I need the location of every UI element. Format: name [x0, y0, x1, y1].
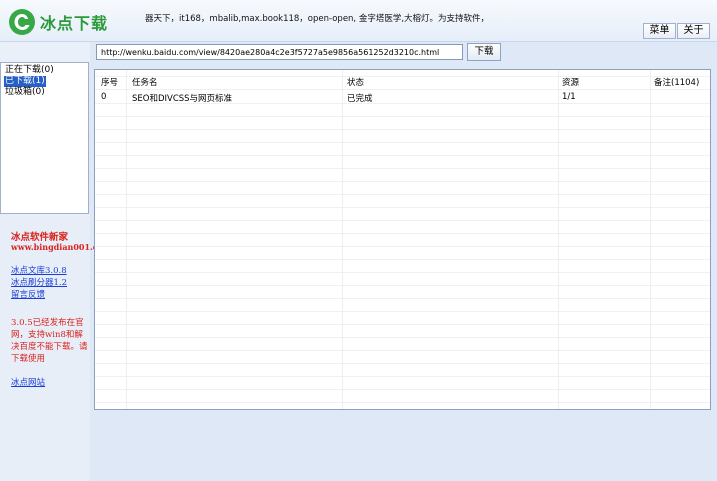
link-feedback[interactable]: 留言反馈: [11, 288, 45, 300]
notice-text: 器天下，it168，mbalib,max.book118，open-open, …: [145, 14, 490, 24]
column-divider: [126, 70, 127, 409]
folder-downloaded[interactable]: 已下载(1): [4, 76, 46, 87]
cell-status[interactable]: 已完成: [347, 92, 373, 104]
url-input[interactable]: http://wenku.baidu.com/view/8420ae280a4c…: [96, 44, 463, 60]
promo-title: 冰点软件新家: [11, 232, 69, 243]
column-header-task[interactable]: 任务名: [132, 76, 158, 88]
link-website[interactable]: 冰点网站: [11, 376, 45, 388]
release-note: 3.0.5已经发布在官网，支持win8和解决百度不能下载。请下载使用: [11, 318, 88, 364]
column-divider: [558, 70, 559, 409]
folder-trash[interactable]: 垃圾箱(0): [4, 87, 46, 98]
folder-downloading[interactable]: 正在下载(0): [4, 65, 55, 76]
column-divider: [342, 70, 343, 409]
column-header-source[interactable]: 资源: [562, 76, 579, 88]
task-table: 序号 任务名 状态 资源 备注(1104) 0 SEO和DIVCSS与网页标准 …: [94, 69, 711, 410]
column-divider: [650, 70, 651, 409]
column-header-status[interactable]: 状态: [347, 76, 364, 88]
menu-button[interactable]: 菜单: [643, 23, 676, 39]
promo-site-url: www.bingdian001.cc: [11, 242, 103, 252]
link-wenku[interactable]: 冰点文库3.0.8: [11, 264, 67, 276]
sidebar-header: [0, 42, 90, 62]
app-logo-icon: [9, 9, 35, 35]
column-header-index[interactable]: 序号: [101, 76, 118, 88]
folder-list: 正在下载(0) 已下载(1) 垃圾箱(0): [0, 62, 89, 214]
column-header-note[interactable]: 备注(1104): [654, 76, 699, 88]
about-button[interactable]: 关于: [677, 23, 710, 39]
app-title: 冰点下载: [40, 14, 109, 33]
row-gridlines: [95, 70, 710, 409]
link-score-tool[interactable]: 冰点刷分器1.2: [11, 276, 67, 288]
download-button[interactable]: 下载: [467, 43, 501, 61]
promo-panel: 冰点软件新家 www.bingdian001.cc 冰点文库3.0.8 冰点刷分…: [0, 214, 103, 481]
cell-task-name[interactable]: SEO和DIVCSS与网页标准: [132, 92, 232, 104]
cell-source[interactable]: 1/1: [562, 92, 576, 102]
header-bar: 冰点下载 器天下，it168，mbalib,max.book118，open-o…: [0, 0, 717, 42]
cell-index[interactable]: 0: [101, 92, 106, 102]
